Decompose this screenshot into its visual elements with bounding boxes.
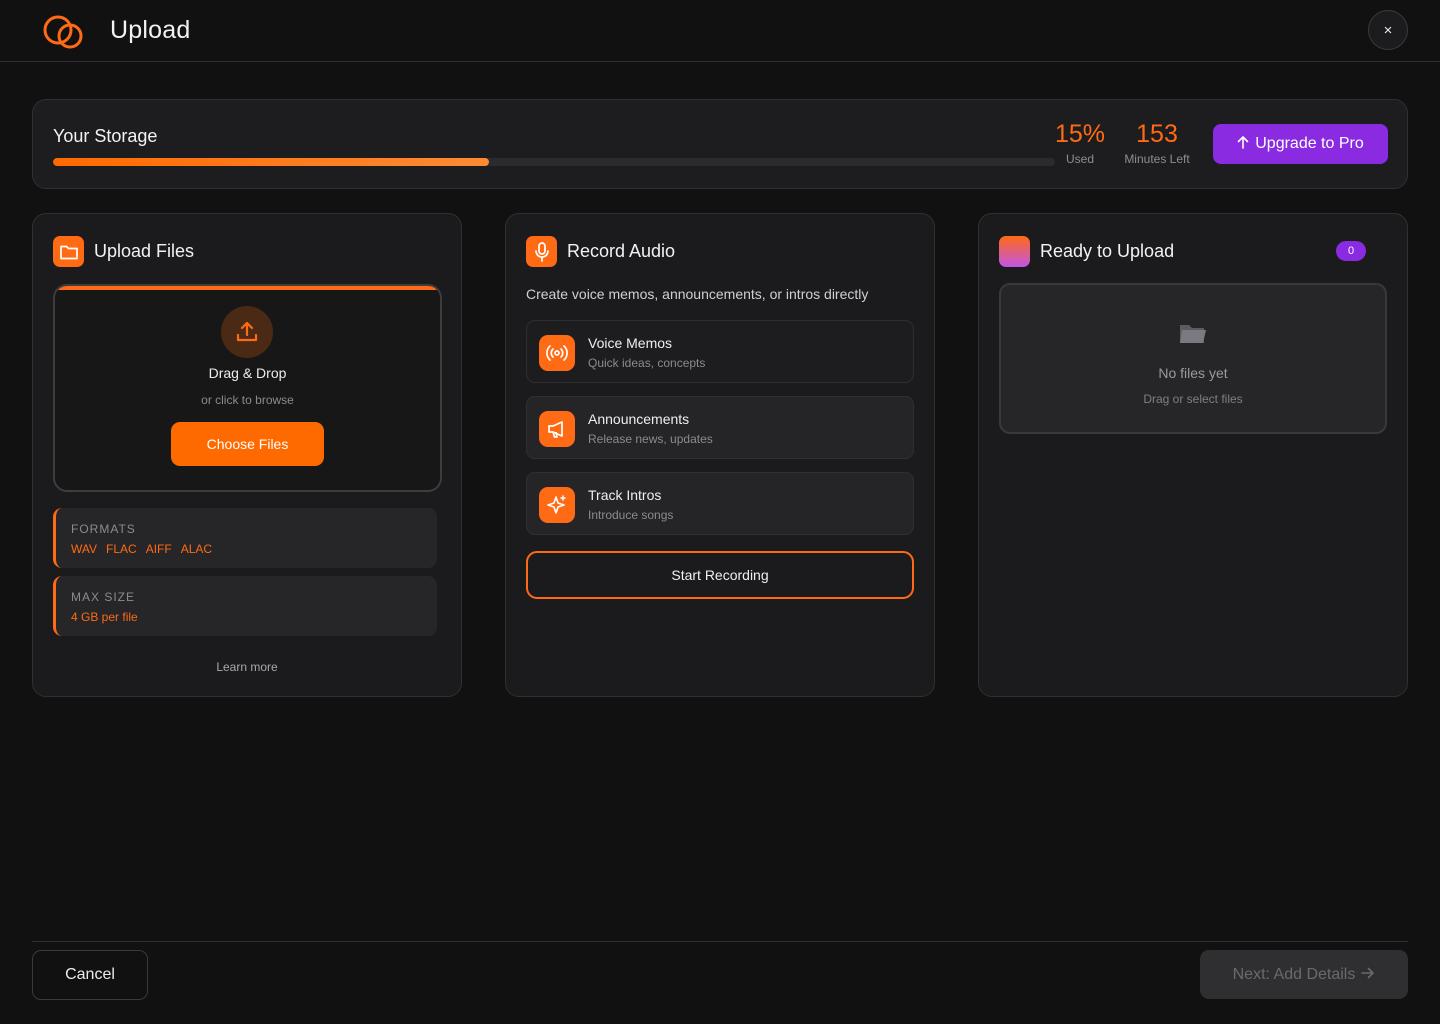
storage-progress-fill bbox=[53, 158, 489, 166]
megaphone-icon bbox=[539, 411, 575, 447]
arrow-up-icon bbox=[1237, 135, 1249, 154]
record-audio-description: Create voice memos, announcements, or in… bbox=[526, 286, 869, 302]
minutes-left-label: Minutes Left bbox=[1124, 152, 1190, 166]
file-count-badge: 0 bbox=[1336, 241, 1366, 261]
upload-files-title: Upload Files bbox=[94, 241, 195, 261]
empty-subtitle: Drag or select files bbox=[1143, 392, 1243, 406]
cancel-button[interactable]: Cancel bbox=[32, 950, 148, 1000]
upgrade-to-pro-button[interactable]: Upgrade to Pro bbox=[1213, 124, 1388, 164]
empty-files-area[interactable]: No files yet Drag or select files bbox=[999, 283, 1387, 434]
minutes-left-value: 153 bbox=[1136, 120, 1178, 148]
file-dropzone[interactable]: Drag & Drop or click to browse Choose Fi… bbox=[53, 284, 442, 492]
close-icon: × bbox=[1383, 21, 1393, 39]
top-bar: Upload × bbox=[0, 0, 1440, 62]
upload-files-card: Upload Files Drag & Drop or click to bro… bbox=[32, 213, 462, 697]
storage-title: Your Storage bbox=[53, 126, 158, 146]
empty-folder-icon bbox=[1177, 319, 1209, 352]
upload-files-header: Upload Files bbox=[53, 236, 194, 267]
dropzone-accent-line bbox=[55, 286, 440, 290]
option-subtitle: Quick ideas, concepts bbox=[588, 356, 706, 370]
folder-icon bbox=[53, 236, 84, 267]
max-size-label: MAX SIZE bbox=[71, 590, 136, 604]
next-add-details-button[interactable]: Next: Add Details bbox=[1200, 950, 1408, 999]
record-audio-title: Record Audio bbox=[567, 241, 676, 261]
app-logo-icon bbox=[38, 10, 90, 54]
learn-more-link[interactable]: Learn more bbox=[33, 660, 461, 674]
option-voice-memos[interactable]: Voice Memos Quick ideas, concepts bbox=[526, 320, 914, 383]
minutes-left-stat: 153 Minutes Left bbox=[1119, 120, 1195, 166]
ready-to-upload-card: Ready to Upload 0 No files yet Drag or s… bbox=[978, 213, 1408, 697]
close-button[interactable]: × bbox=[1368, 10, 1408, 50]
option-subtitle: Release news, updates bbox=[588, 432, 713, 446]
format-tag: WAV bbox=[71, 542, 97, 556]
ready-to-upload-title: Ready to Upload bbox=[1040, 241, 1175, 261]
record-audio-card: Record Audio Create voice memos, announc… bbox=[505, 213, 935, 697]
broadcast-icon bbox=[539, 335, 575, 371]
arrow-right-icon bbox=[1361, 966, 1375, 984]
max-size-value: 4 GB per file bbox=[71, 610, 138, 624]
gradient-square-icon bbox=[999, 236, 1030, 267]
storage-used-label: Used bbox=[1065, 152, 1094, 166]
option-title: Voice Memos bbox=[588, 335, 673, 351]
option-title: Track Intros bbox=[588, 487, 662, 503]
option-track-intros[interactable]: Track Intros Introduce songs bbox=[526, 472, 914, 535]
empty-title: No files yet bbox=[1158, 365, 1228, 381]
format-tag: FLAC bbox=[106, 542, 137, 556]
format-tag: ALAC bbox=[180, 542, 213, 556]
option-announcements[interactable]: Announcements Release news, updates bbox=[526, 396, 914, 459]
storage-progress-bar bbox=[53, 158, 1055, 166]
dropzone-subtitle: or click to browse bbox=[201, 393, 294, 407]
storage-used-stat: 15% Used bbox=[1055, 120, 1105, 166]
microphone-icon bbox=[526, 236, 557, 267]
footer-divider bbox=[32, 941, 1408, 942]
ready-to-upload-header: Ready to Upload bbox=[999, 236, 1174, 267]
formats-list: WAV FLAC AIFF ALAC bbox=[71, 542, 221, 556]
storage-used-value: 15% bbox=[1055, 120, 1106, 148]
storage-panel: Your Storage 15% Used 153 Minutes Left U… bbox=[32, 99, 1408, 189]
record-audio-header: Record Audio bbox=[526, 236, 675, 267]
next-label: Next: Add Details bbox=[1232, 965, 1356, 983]
formats-label: FORMATS bbox=[71, 522, 136, 536]
sparkles-icon bbox=[539, 487, 575, 523]
dropzone-title: Drag & Drop bbox=[208, 365, 287, 381]
upgrade-label: Upgrade to Pro bbox=[1255, 135, 1364, 152]
choose-files-button[interactable]: Choose Files bbox=[171, 422, 324, 466]
formats-info: FORMATS WAV FLAC AIFF ALAC bbox=[53, 508, 437, 568]
format-tag: AIFF bbox=[145, 542, 172, 556]
upload-icon bbox=[221, 306, 273, 358]
option-title: Announcements bbox=[588, 411, 690, 427]
option-subtitle: Introduce songs bbox=[588, 508, 674, 522]
max-size-info: MAX SIZE 4 GB per file bbox=[53, 576, 437, 636]
start-recording-button[interactable]: Start Recording bbox=[526, 551, 914, 599]
page-title: Upload bbox=[110, 16, 191, 44]
